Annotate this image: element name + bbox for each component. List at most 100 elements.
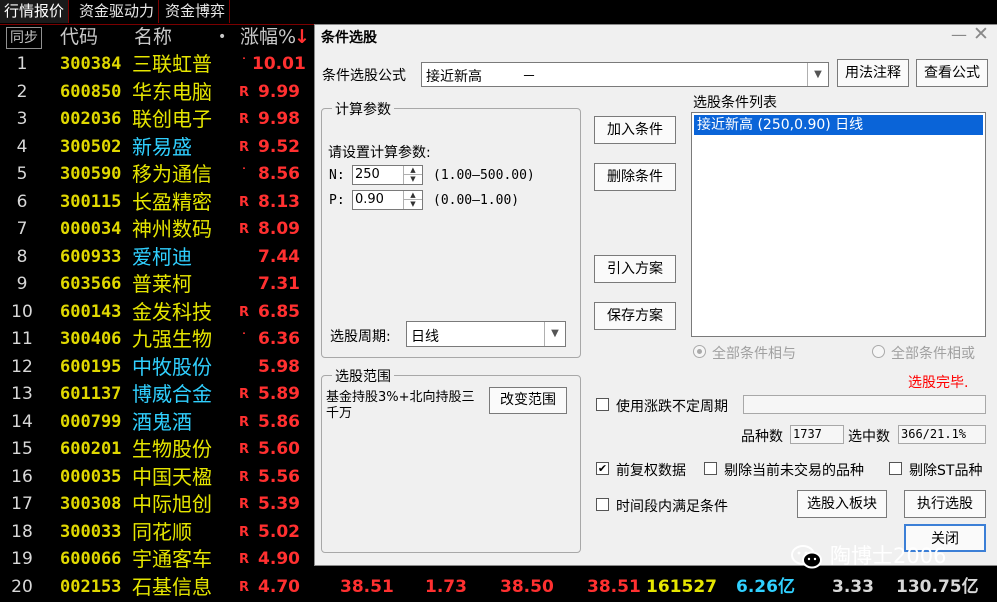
down-icon[interactable]: ▼ — [404, 200, 422, 209]
radio-or[interactable] — [872, 345, 885, 358]
n-stepper[interactable]: 250 ▲ ▼ — [352, 165, 423, 185]
row-number: 4 — [16, 136, 28, 157]
add-to-block-button[interactable]: 选股入板块 — [797, 490, 887, 518]
remove-untraded-label: 剔除当前未交易的品种 — [724, 463, 864, 479]
top-tab-bar: 行情报价 资金驱动力 资金博弈 — [0, 0, 997, 25]
calc-params-title: 计算参数 — [332, 99, 394, 119]
formula-dash: － — [522, 69, 536, 85]
list-item[interactable]: 接近新高 (250,0.90) 日线 — [694, 115, 983, 135]
count-label: 品种数 — [741, 429, 783, 445]
chevron-down-icon[interactable]: ▼ — [544, 322, 565, 346]
rzrq-flag: R — [238, 497, 249, 512]
header-change-pct[interactable]: 涨幅% — [240, 24, 296, 50]
change-pct: 5.86 — [258, 411, 300, 432]
wechat-icon — [791, 545, 822, 569]
time-range-checkbox[interactable] — [596, 498, 609, 511]
stock-name: 普莱柯 — [132, 272, 192, 296]
stock-name: 华东电脑 — [132, 79, 212, 104]
change-pct: 4.90 — [258, 549, 300, 569]
close-icon[interactable]: ✕ — [973, 23, 993, 45]
stock-code: 600143 — [60, 301, 122, 322]
chevron-down-icon[interactable]: ▼ — [807, 63, 828, 86]
uncertain-period-label: 使用涨跌不定周期 — [616, 399, 728, 415]
tab-quotes[interactable]: 行情报价 — [0, 0, 70, 23]
row-number: 6 — [16, 191, 28, 212]
remove-st-label: 剔除ST品种 — [909, 463, 983, 479]
scope-value: 基金持股3%+北向持股三千万 — [326, 390, 475, 421]
pre-adjust-checkbox[interactable]: ✔ — [596, 462, 609, 475]
stock-name: 同花顺 — [132, 519, 192, 544]
rzrq-flag: R — [238, 387, 249, 402]
change-pct: 5.02 — [258, 521, 300, 542]
uncertain-period-field[interactable] — [743, 395, 986, 414]
rzrq-flag: R — [238, 304, 249, 320]
stock-code: 300033 — [60, 521, 122, 542]
period-label: 选股周期: — [330, 329, 391, 345]
import-plan-button[interactable]: 引入方案 — [594, 255, 676, 283]
header-name[interactable]: 名称 — [134, 24, 172, 50]
rzrq-flag — [238, 244, 250, 271]
rzrq-flag: R — [238, 222, 249, 237]
extra-col: 38.50 — [500, 577, 554, 597]
condition-list-title: 选股条件列表 — [693, 95, 777, 111]
stock-name: 新易盛 — [132, 134, 192, 159]
watermark-text: 陶博士2006 — [830, 544, 947, 568]
usage-notes-button[interactable]: 用法注释 — [837, 59, 909, 87]
stock-code: 000034 — [60, 219, 122, 239]
remove-untraded-checkbox[interactable] — [704, 462, 717, 475]
row-number: 14 — [11, 411, 33, 432]
extra-col: 6.26亿 — [736, 577, 795, 597]
tab-capital-game[interactable]: 资金博弈 — [161, 0, 231, 23]
remove-st-checkbox[interactable] — [889, 462, 902, 475]
stock-code: 300308 — [60, 494, 122, 514]
change-scope-button[interactable]: 改变范围 — [489, 387, 567, 414]
add-condition-button[interactable]: 加入条件 — [594, 116, 676, 144]
period-select[interactable]: 日线 ▼ — [406, 321, 566, 347]
stock-code: 600195 — [60, 356, 122, 377]
stock-code: 000035 — [60, 466, 122, 487]
stock-name: 移为通信 — [132, 162, 212, 186]
p-value: 0.90 — [355, 192, 384, 207]
down-icon[interactable]: ▼ — [404, 175, 422, 184]
header-code[interactable]: 代码 — [60, 24, 98, 50]
rzrq-flag: R — [238, 139, 249, 155]
change-pct: 5.56 — [258, 466, 300, 487]
row-number: 3 — [16, 109, 28, 129]
change-pct: 8.56 — [258, 164, 300, 184]
stock-name: 神州数码 — [132, 217, 212, 241]
stock-code: 300384 — [60, 54, 122, 74]
n-value: 250 — [355, 167, 380, 182]
stock-code: 300502 — [60, 136, 122, 157]
sync-button[interactable]: 同步 — [6, 27, 42, 49]
n-label: N: — [329, 168, 345, 183]
stock-name: 酒鬼酒 — [132, 409, 192, 434]
rzrq-flag: R — [238, 469, 249, 485]
stock-name: 宇通客车 — [132, 547, 212, 571]
extra-col: 161527 — [646, 577, 717, 597]
stock-code: 000799 — [60, 411, 122, 432]
save-plan-button[interactable]: 保存方案 — [594, 302, 676, 330]
condition-list[interactable]: 接近新高 (250,0.90) 日线 — [691, 112, 986, 337]
dialog-title: 条件选股 — [321, 30, 377, 46]
execute-button[interactable]: 执行选股 — [904, 490, 986, 518]
formula-select[interactable]: 接近新高 － ▼ — [421, 62, 829, 87]
delete-condition-button[interactable]: 删除条件 — [594, 163, 676, 191]
pre-adjust-label: 前复权数据 — [616, 463, 686, 479]
row-number: 8 — [16, 246, 28, 267]
row-number: 17 — [11, 494, 33, 514]
minimize-icon[interactable]: — — [951, 25, 971, 44]
uncertain-period-checkbox[interactable] — [596, 398, 609, 411]
row-number: 5 — [16, 164, 28, 184]
tab-capital-drive[interactable]: 资金驱动力 — [75, 0, 160, 23]
change-pct: 8.09 — [258, 219, 300, 239]
dialog-titlebar[interactable]: 条件选股 — ✕ — [315, 23, 997, 49]
stock-code: 600066 — [60, 549, 122, 569]
row-20-extra: 38.51 1.73 38.50 38.51 161527 6.26亿 3.33… — [0, 574, 997, 602]
stock-code: 300590 — [60, 164, 122, 184]
sort-desc-icon: ↓ — [294, 26, 310, 48]
view-formula-button[interactable]: 查看公式 — [916, 59, 988, 87]
p-stepper[interactable]: 0.90 ▲ ▼ — [352, 190, 423, 210]
up-icon[interactable]: ▲ — [404, 191, 422, 200]
radio-and[interactable] — [693, 345, 706, 358]
up-icon[interactable]: ▲ — [404, 166, 422, 175]
